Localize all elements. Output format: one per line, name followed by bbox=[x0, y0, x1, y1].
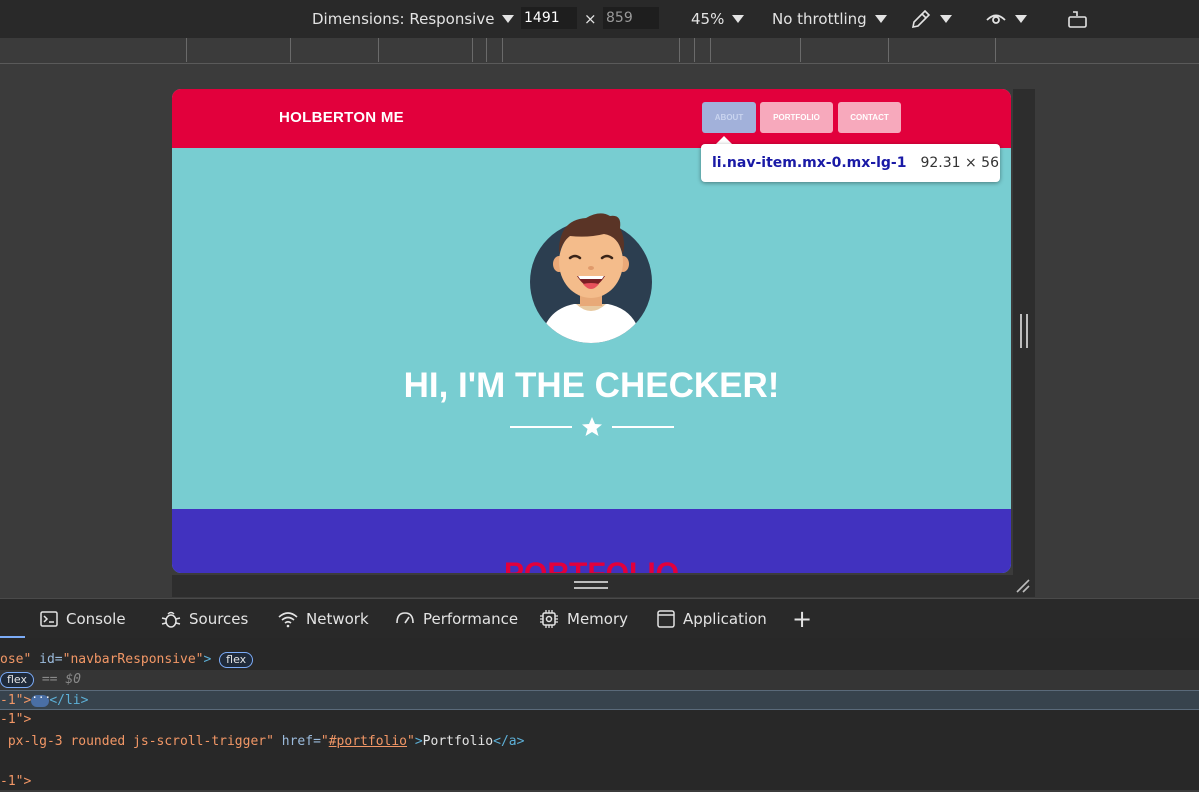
chevron-down-icon bbox=[732, 15, 745, 23]
masthead: HI, I'M THE CHECKER! bbox=[172, 148, 1011, 509]
chevron-down-icon bbox=[874, 15, 887, 23]
tab-label: Console bbox=[66, 610, 126, 628]
tooltip-size: 92.31 × 56 bbox=[920, 155, 999, 171]
plus-icon: + bbox=[792, 605, 813, 633]
nav-item-portfolio[interactable]: PORTFOLIO bbox=[760, 102, 833, 133]
ruler-tick bbox=[186, 38, 187, 62]
star-icon bbox=[582, 417, 602, 436]
code-fragment: -1"> bbox=[0, 774, 32, 789]
zoom-dropdown[interactable]: 45% bbox=[691, 0, 745, 38]
code-fragment: ose" bbox=[0, 652, 32, 667]
eye-icon bbox=[986, 14, 1006, 24]
application-icon bbox=[657, 610, 675, 628]
code-fragment: px-lg-3 rounded js-scroll-trigger" bbox=[0, 734, 274, 749]
star-divider bbox=[510, 417, 674, 436]
selected-node-marker: == $0 bbox=[41, 672, 81, 687]
ruler-tick bbox=[290, 38, 291, 62]
eyedropper-icon bbox=[911, 9, 931, 29]
portfolio-section: PORTFOLIO bbox=[172, 509, 1011, 573]
chip-icon bbox=[540, 610, 558, 628]
dimensions-label: Dimensions: Responsive bbox=[312, 10, 495, 28]
ruler-tick bbox=[710, 38, 711, 62]
code-fragment: -1"> bbox=[0, 712, 32, 727]
chevron-down-icon bbox=[502, 15, 515, 23]
grip-icon bbox=[574, 581, 608, 589]
code-attr-value: "navbarResponsive" bbox=[62, 652, 204, 667]
code-line[interactable]: px-lg-3 rounded js-scroll-trigger" href=… bbox=[0, 732, 1199, 752]
flex-badge[interactable]: flex bbox=[0, 671, 35, 688]
media-query-ruler bbox=[0, 38, 1199, 64]
ruler-tick bbox=[694, 38, 695, 62]
elements-panel: ose" id="navbarResponsive"> flex flex ==… bbox=[0, 638, 1199, 790]
rotate-button[interactable] bbox=[1067, 0, 1089, 38]
chevron-down-icon bbox=[1015, 15, 1027, 23]
gauge-icon bbox=[396, 612, 414, 624]
portfolio-heading: PORTFOLIO bbox=[172, 557, 1011, 573]
hero-title: HI, I'M THE CHECKER! bbox=[403, 366, 780, 405]
tab-label: Performance bbox=[423, 610, 519, 628]
chevron-down-icon bbox=[940, 15, 952, 23]
wifi-icon bbox=[278, 612, 298, 628]
ruler-tick bbox=[679, 38, 680, 62]
inspect-tooltip: li.nav-item.mx-0.mx-lg-1 92.31 × 56 bbox=[701, 144, 1000, 182]
tab-label: Sources bbox=[189, 610, 249, 628]
nav-item-about[interactable]: ABOUT bbox=[702, 102, 756, 133]
tab-label: Application bbox=[683, 610, 767, 628]
ruler-tick bbox=[472, 38, 473, 62]
code-link[interactable]: #portfolio bbox=[329, 734, 407, 749]
zoom-label: 45% bbox=[691, 10, 725, 28]
ruler-tick bbox=[502, 38, 503, 62]
ruler-tick bbox=[995, 38, 996, 62]
add-tab-button[interactable]: + bbox=[792, 599, 812, 639]
ruler-tick bbox=[800, 38, 801, 62]
code-line[interactable]: ose" id="navbarResponsive"> flex bbox=[0, 650, 1199, 670]
right-resize-handle[interactable] bbox=[1013, 89, 1035, 575]
corner-resize-icon[interactable] bbox=[1014, 577, 1032, 595]
sensors-button[interactable] bbox=[910, 0, 952, 38]
grip-icon bbox=[1020, 314, 1028, 348]
bottom-resize-handle[interactable] bbox=[172, 575, 1035, 597]
throttling-dropdown[interactable]: No throttling bbox=[772, 0, 887, 38]
bug-icon bbox=[161, 611, 181, 628]
code-fragment: -1"> bbox=[0, 693, 32, 708]
tab-label: Memory bbox=[567, 610, 629, 628]
ruler-tick bbox=[888, 38, 889, 62]
tab-application[interactable]: Application bbox=[656, 599, 767, 639]
site-brand[interactable]: HOLBERTON ME bbox=[279, 109, 404, 126]
nav-item-contact[interactable]: CONTACT bbox=[838, 102, 901, 133]
tab-console[interactable]: Console bbox=[39, 599, 126, 639]
site-navbar: HOLBERTON ME ABOUT PORTFOLIO CONTACT bbox=[172, 89, 1011, 148]
ruler-tick bbox=[486, 38, 487, 62]
code-line[interactable]: -1"> bbox=[0, 710, 1199, 730]
tooltip-selector: li.nav-item.mx-0.mx-lg-1 bbox=[712, 155, 907, 171]
dimensions-dropdown[interactable]: Dimensions: Responsive bbox=[312, 0, 515, 38]
vision-button[interactable] bbox=[985, 0, 1027, 38]
code-close-tag: </a> bbox=[493, 734, 525, 749]
tab-performance[interactable]: Performance bbox=[394, 599, 518, 639]
throttling-label: No throttling bbox=[772, 10, 867, 28]
flex-badge[interactable]: flex bbox=[219, 651, 254, 668]
avatar bbox=[530, 213, 652, 343]
tab-label: Network bbox=[306, 610, 369, 628]
code-text: Portfolio bbox=[422, 734, 494, 749]
ruler-tick bbox=[378, 38, 379, 62]
code-line[interactable]: flex == $0 bbox=[0, 670, 1199, 690]
tooltip-arrow bbox=[716, 136, 732, 144]
ellipsis-icon[interactable]: ··· bbox=[31, 692, 51, 707]
width-input[interactable]: 1491 bbox=[521, 7, 577, 29]
console-icon bbox=[40, 611, 58, 627]
selected-code-line[interactable]: -1">···</li> bbox=[0, 690, 1199, 710]
tab-memory[interactable]: Memory bbox=[538, 599, 628, 639]
code-close-tag: </li> bbox=[49, 693, 89, 708]
code-line[interactable]: -1"> bbox=[0, 772, 1199, 792]
rotate-icon bbox=[1068, 11, 1087, 28]
height-input[interactable]: 859 bbox=[603, 7, 659, 29]
code-attr-name: href bbox=[281, 734, 314, 749]
code-attr-name: id bbox=[39, 652, 55, 667]
devtools-tab-bar: Console Sources Network Performance Memo… bbox=[0, 598, 1199, 639]
device-toolbar: Dimensions: Responsive 1491 × 859 45% No… bbox=[0, 0, 1199, 38]
tab-network[interactable]: Network bbox=[277, 599, 369, 639]
times-symbol: × bbox=[584, 10, 597, 28]
tab-sources[interactable]: Sources bbox=[160, 599, 248, 639]
